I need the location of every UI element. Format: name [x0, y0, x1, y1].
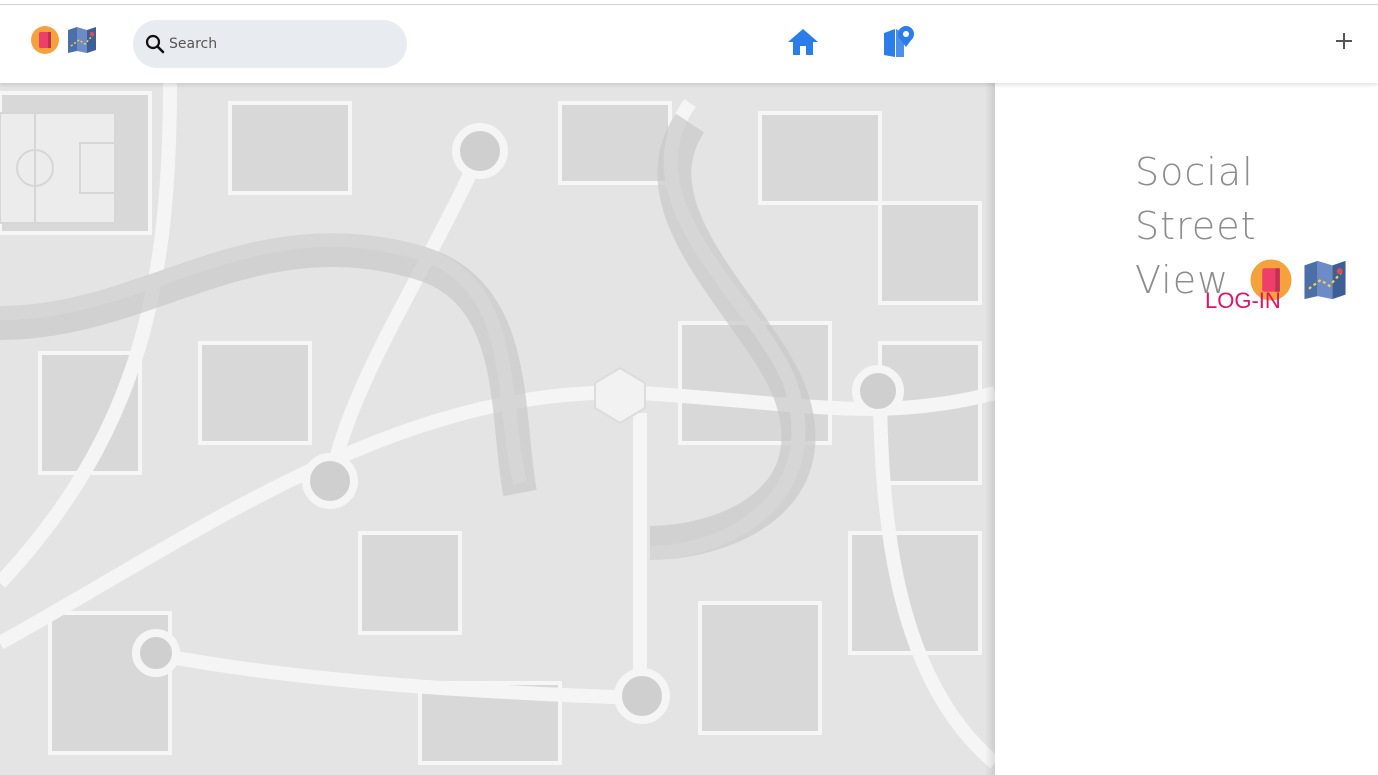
side-panel: Social Street View LOG-IN	[995, 83, 1378, 775]
search-input[interactable]	[169, 36, 389, 52]
login-link[interactable]: LOG-IN	[1205, 288, 1281, 314]
book-icon	[31, 26, 59, 54]
explore-icon	[884, 26, 914, 57]
city-map-background	[0, 83, 995, 775]
plus-icon[interactable]	[1334, 31, 1354, 51]
home-icon	[788, 29, 818, 55]
explore-nav-button[interactable]	[882, 25, 916, 59]
search-bar[interactable]	[133, 20, 407, 68]
folded-map-icon	[68, 27, 96, 53]
folded-map-icon	[1304, 260, 1346, 300]
brand-title: Social Street View	[1135, 145, 1365, 307]
home-nav-button[interactable]	[786, 25, 820, 59]
brand-title-line1: Social Street	[1135, 150, 1257, 248]
top-navbar	[0, 5, 1378, 83]
app-logo[interactable]	[30, 25, 97, 55]
search-icon	[145, 34, 165, 54]
city-map-illustration	[0, 83, 995, 775]
